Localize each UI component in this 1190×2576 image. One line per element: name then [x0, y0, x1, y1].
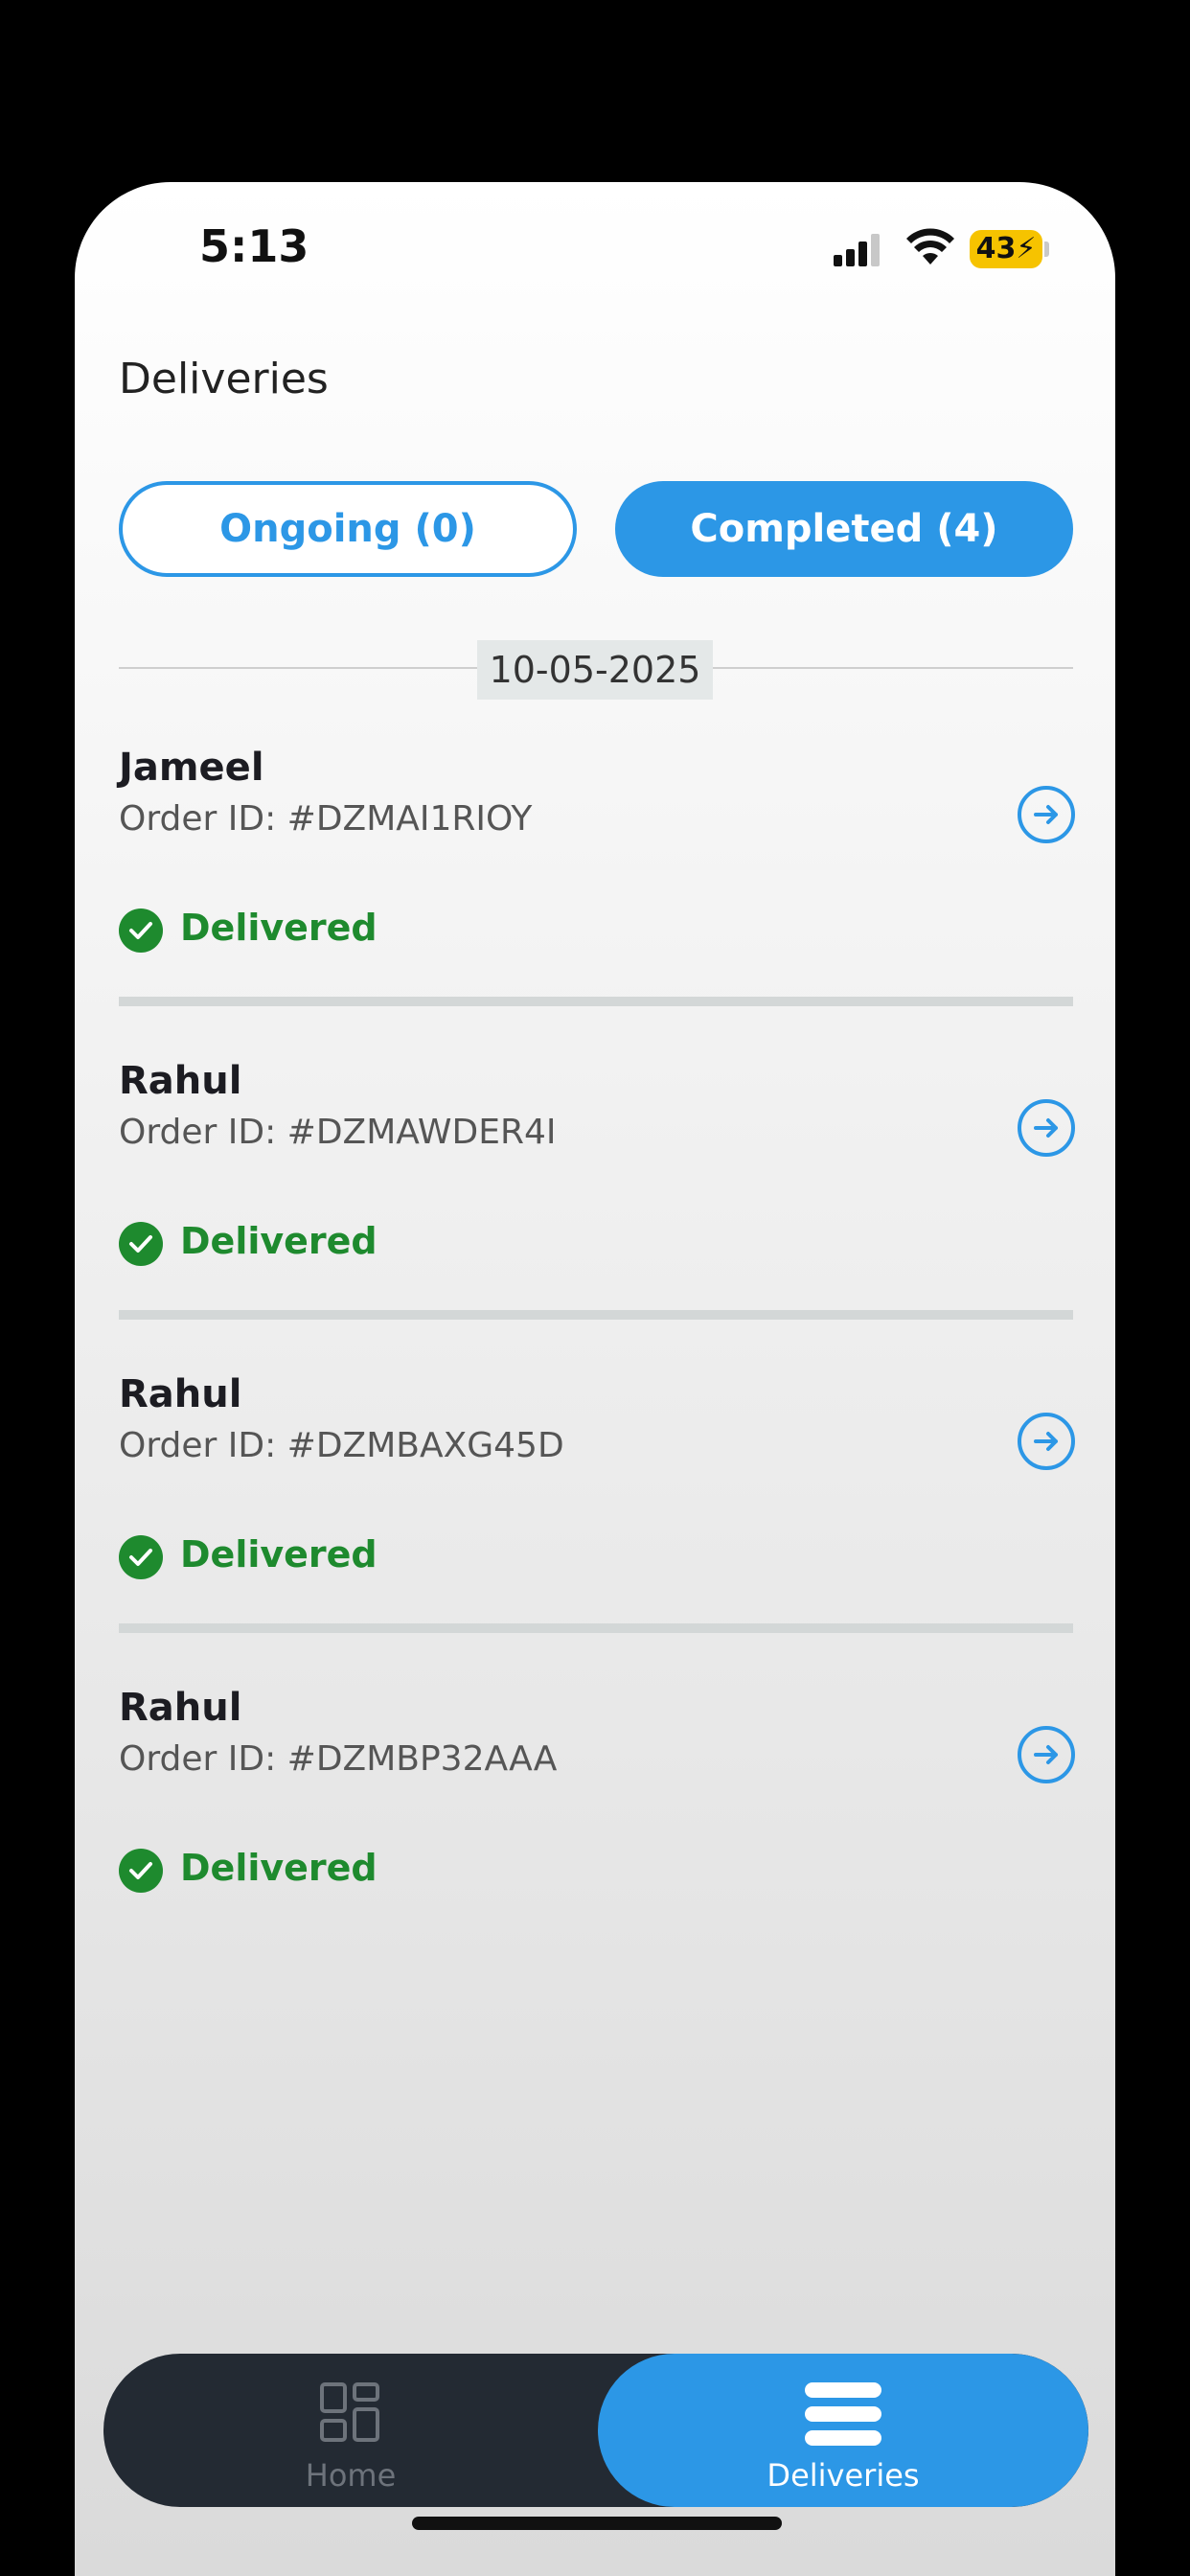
- tab-completed[interactable]: Completed (4): [615, 481, 1073, 577]
- nav-deliveries-label: Deliveries: [767, 2457, 920, 2494]
- order-card[interactable]: Rahul Order ID: #DZMAWDER4I Delivered: [119, 1059, 1075, 1346]
- battery-icon: 43⚡: [970, 230, 1042, 268]
- battery-cap: [1044, 242, 1049, 257]
- order-id: Order ID: #DZMBAXG45D: [119, 1426, 564, 1465]
- order-customer-name: Rahul: [119, 1059, 242, 1103]
- phone-screen: 5:13 43⚡ Deliveries Ongoing (0) Complete…: [75, 182, 1115, 2576]
- order-customer-name: Rahul: [119, 1372, 242, 1416]
- order-customer-name: Jameel: [119, 746, 264, 790]
- order-id: Order ID: #DZMAI1RIOY: [119, 799, 533, 839]
- order-customer-name: Rahul: [119, 1686, 242, 1730]
- grid-icon: [320, 2382, 379, 2442]
- check-circle-icon: [119, 1535, 163, 1579]
- order-card[interactable]: Rahul Order ID: #DZMBP32AAA Delivered: [119, 1686, 1075, 1973]
- arrow-right-circle-icon[interactable]: [1016, 1724, 1077, 1785]
- arrow-right-circle-icon[interactable]: [1016, 784, 1077, 845]
- nav-item-home[interactable]: Home: [103, 2354, 598, 2507]
- check-circle-icon: [119, 1222, 163, 1266]
- date-group-label: 10-05-2025: [477, 640, 713, 700]
- check-circle-icon: [119, 908, 163, 953]
- order-divider: [119, 997, 1073, 1006]
- order-id: Order ID: #DZMBP32AAA: [119, 1739, 558, 1779]
- page-title: Deliveries: [119, 355, 329, 403]
- wifi-icon: [906, 228, 954, 264]
- nav-item-deliveries[interactable]: Deliveries: [598, 2354, 1088, 2507]
- order-card[interactable]: Rahul Order ID: #DZMBAXG45D Delivered: [119, 1372, 1075, 1660]
- stack-icon: [805, 2382, 881, 2446]
- check-circle-icon: [119, 1849, 163, 1893]
- order-divider: [119, 1310, 1073, 1320]
- arrow-right-circle-icon[interactable]: [1016, 1097, 1077, 1159]
- status-time: 5:13: [199, 220, 309, 272]
- arrow-right-circle-icon[interactable]: [1016, 1411, 1077, 1472]
- bottom-nav: Home Deliveries: [103, 2354, 1088, 2507]
- nav-home-label: Home: [305, 2457, 397, 2494]
- tab-ongoing[interactable]: Ongoing (0): [119, 481, 577, 577]
- order-card[interactable]: Jameel Order ID: #DZMAI1RIOY Delivered: [119, 746, 1075, 1033]
- home-indicator: [412, 2517, 782, 2530]
- order-status: Delivered: [180, 1220, 378, 1262]
- signal-icon: [834, 234, 880, 266]
- order-status: Delivered: [180, 1847, 378, 1889]
- order-status: Delivered: [180, 1533, 378, 1576]
- order-status: Delivered: [180, 907, 378, 949]
- order-id: Order ID: #DZMAWDER4I: [119, 1113, 557, 1152]
- order-divider: [119, 1623, 1073, 1633]
